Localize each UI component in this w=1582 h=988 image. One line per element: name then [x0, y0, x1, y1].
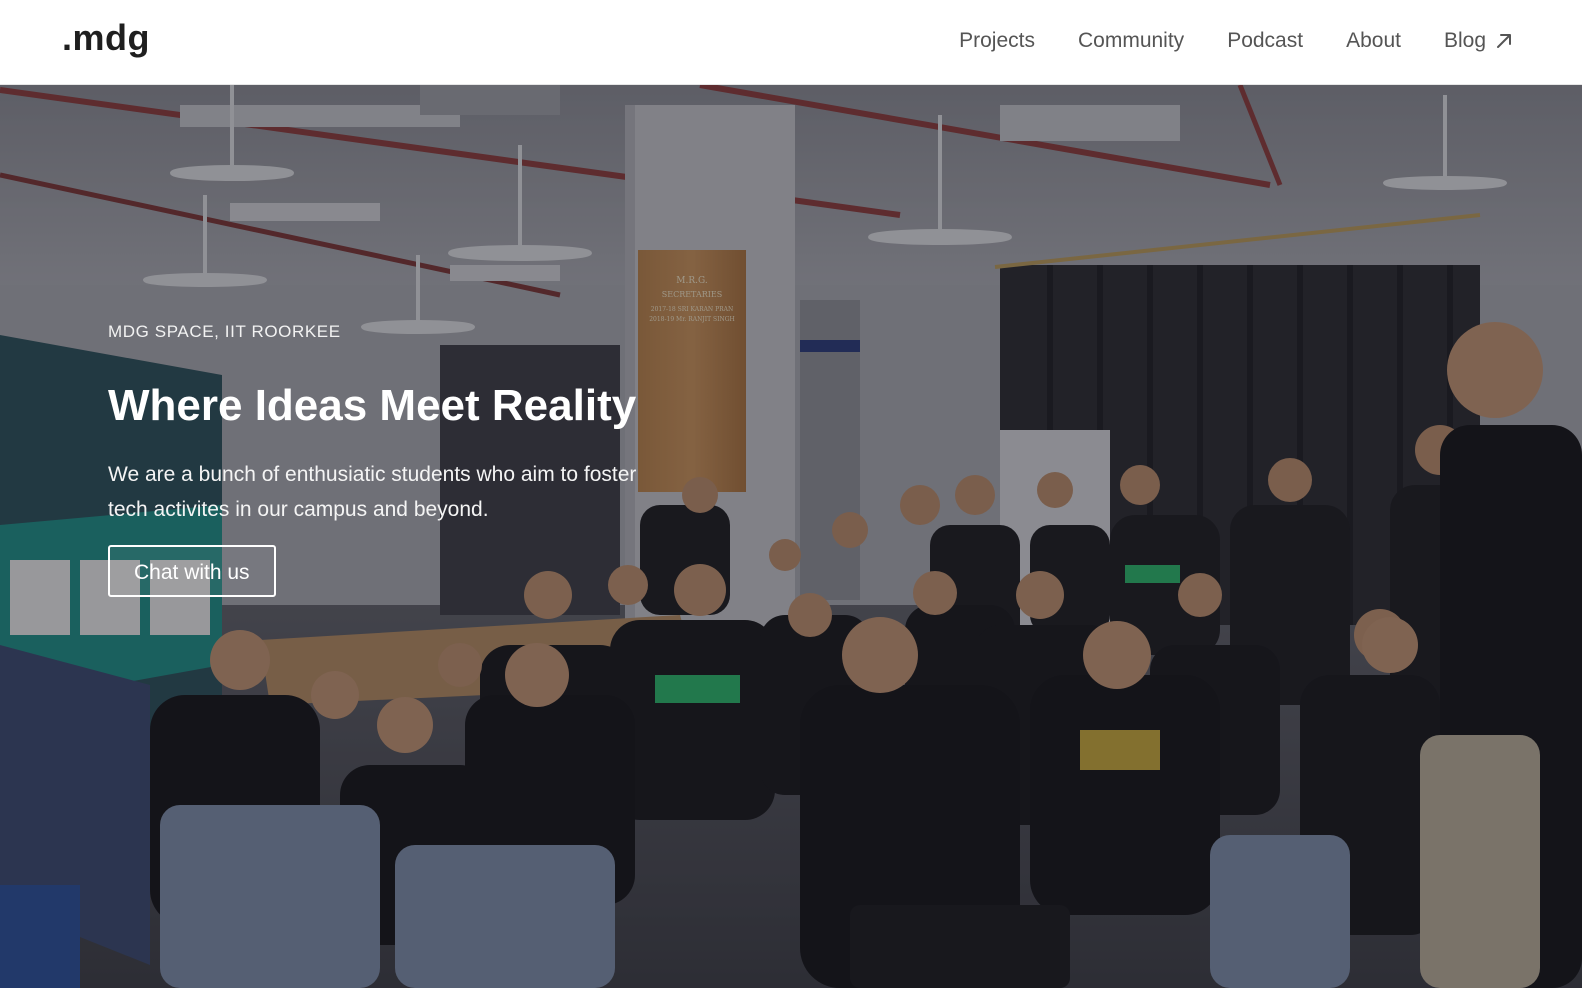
nav-link-blog-label: Blog	[1443, 29, 1486, 52]
hero-section: M.R.G. SECRETARIES 2017-18 SRI KARAN PRA…	[0, 85, 1582, 988]
nav-link-about[interactable]: About	[1346, 26, 1401, 56]
arrow-up-right-icon	[1497, 34, 1511, 48]
hero-headline: Where Ideas Meet Reality	[108, 381, 637, 430]
nav-link-community[interactable]: Community	[1078, 26, 1184, 56]
top-navbar: .mdg Projects Community Podcast About Bl…	[0, 0, 1582, 85]
nav-link-projects[interactable]: Projects	[959, 26, 1035, 56]
chat-with-us-button[interactable]: Chat with us	[108, 545, 276, 597]
site-logo[interactable]: .mdg	[62, 16, 150, 60]
nav-link-blog[interactable]: Blog	[1444, 26, 1514, 56]
hero-subtext: We are a bunch of enthusiatic students w…	[108, 463, 637, 521]
hero-eyebrow: MDG SPACE, IIT ROORKEE	[108, 322, 341, 341]
hero-content: MDG SPACE, IIT ROORKEE Where Ideas Meet …	[108, 321, 668, 597]
nav-link-podcast[interactable]: Podcast	[1227, 26, 1303, 56]
main-nav: Projects Community Podcast About Blog	[916, 26, 1514, 56]
